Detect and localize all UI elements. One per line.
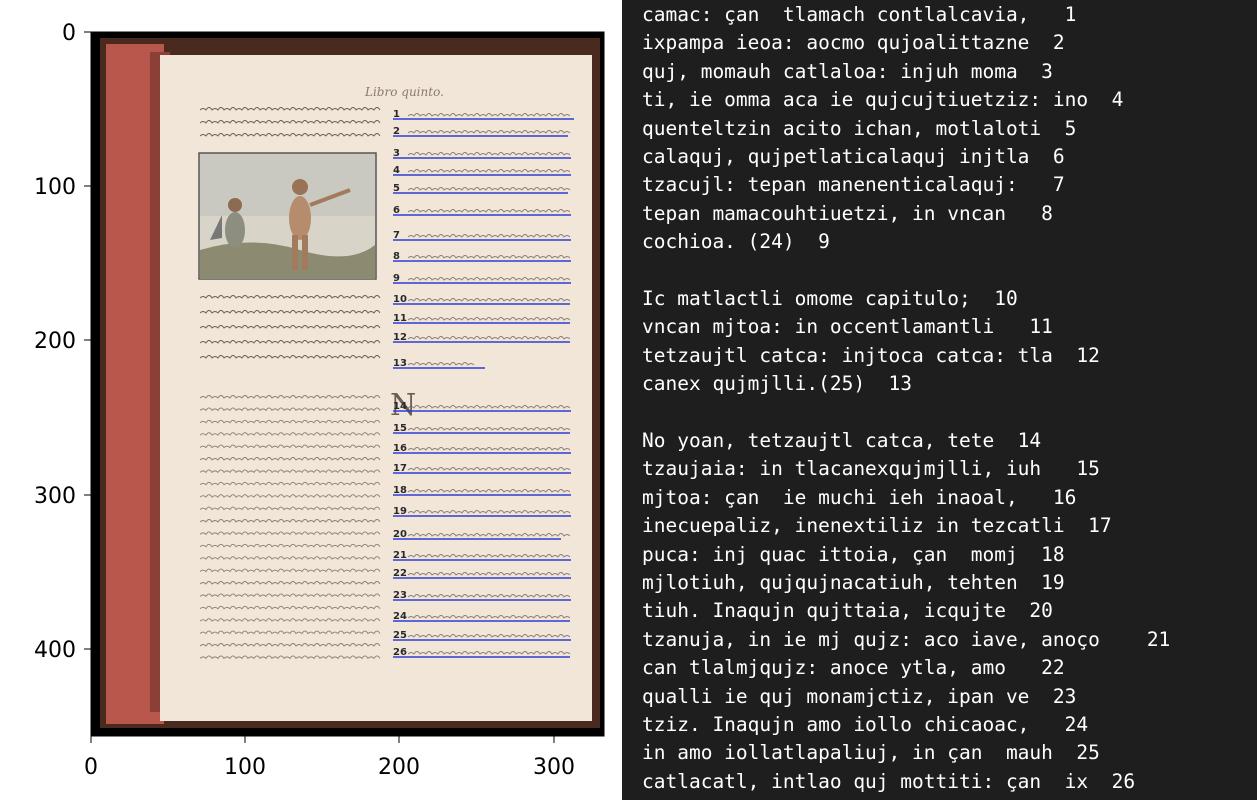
- transcription-line: inecuepaliz, inenextiliz in tezcatli 17: [642, 514, 1112, 538]
- image-plot: Libro quinto. N 1 2 3 4 5 6 7 8 9 10 11 12 13 14 15 16 1…: [0, 0, 620, 800]
- y-tick-label: 100: [34, 175, 76, 200]
- transcription-line: tetzaujtl catca: injtoca catca: tla 12: [642, 343, 1100, 367]
- transcription-line: puca: inj quac ittoia, çan momj 18: [642, 542, 1065, 566]
- annotation-line-number: 18: [393, 485, 407, 496]
- x-tick-label: 200: [378, 755, 420, 780]
- transcription-line: camac: çan tlamach contlalcavia, 1: [642, 3, 1077, 26]
- annotation-line-number: 8: [393, 251, 400, 262]
- annotation-line-number: 3: [393, 148, 400, 159]
- annotation-line-number: 12: [393, 332, 407, 343]
- transcription-line: canex qujmjlli.(25) 13: [642, 372, 913, 396]
- x-tick-label: 300: [533, 755, 575, 780]
- x-tick-label: 0: [84, 755, 98, 780]
- transcription-line: quj, momauh catlaloa: injuh moma 3: [642, 59, 1053, 83]
- annotation-line-number: 13: [393, 358, 407, 369]
- transcription-line: tepan mamacouhtiuetzi, in vncan 8: [642, 201, 1053, 225]
- annotation-line-number: 22: [393, 568, 407, 579]
- book-page-figure: Libro quinto. N 123456789101112131415161…: [34, 21, 605, 780]
- annotation-line-number: 4: [393, 165, 400, 176]
- transcription-line: quenteltzin acito ichan, motlaloti 5: [642, 116, 1077, 140]
- page-header: Libro quinto.: [364, 85, 444, 99]
- y-axis: 0 100 200 300 400: [34, 21, 91, 663]
- transcription-line: vncan mjtoa: in occentlamantli 11: [642, 315, 1053, 339]
- transcription-line: catlacatl, intlao quj mottiti: çan ix 26: [642, 769, 1136, 793]
- y-tick-label: 300: [34, 484, 76, 509]
- annotation-line-number: 25: [393, 630, 407, 641]
- transcription-line: calaquj, qujpetlaticalaquj injtla 6: [642, 145, 1065, 168]
- annotation-line-number: 2: [393, 126, 400, 137]
- annotation-line-number: 14: [393, 401, 407, 412]
- transcription-terminal: camac: çan tlamach contlalcavia, 1 ixpamp…: [622, 0, 1257, 800]
- transcription-line: Ic matlactli omome capitulo; 10: [642, 287, 1018, 310]
- annotation-line-number: 20: [393, 529, 407, 540]
- manuscript-illustration: [198, 152, 377, 280]
- annotation-line-number: 17: [393, 463, 407, 474]
- transcription-line: tzaujaia: in tlacanexqujmjlli, iuh 15: [642, 457, 1100, 481]
- transcription-line: cochioa. (24) 9: [642, 230, 830, 254]
- annotation-line-number: 19: [393, 506, 407, 517]
- x-tick-label: 100: [224, 755, 266, 780]
- transcription-line: mjtoa: çan ie muchi ieh inaoal, 16: [642, 485, 1077, 509]
- annotation-line-number: 26: [393, 647, 407, 658]
- annotation-line-number: 6: [393, 205, 400, 216]
- annotation-line-number: 5: [393, 183, 400, 194]
- transcription-line: can tlalmjqujz: anoce ytla, amo 22: [642, 656, 1065, 680]
- transcription-line: ti, ie omma aca ie qujcujtiuetziz: ino 4: [642, 88, 1124, 112]
- y-tick-label: 400: [34, 638, 76, 663]
- annotation-line-number: 11: [393, 313, 407, 324]
- transcription-line: No yoan, tetzaujtl catca, tete 14: [642, 429, 1042, 452]
- transcription-line: [642, 399, 1257, 427]
- annotation-line-number: 24: [393, 611, 407, 622]
- transcription-line: ixpampa ieoa: aocmo qujoalittazne 2: [642, 31, 1065, 55]
- annotation-line-number: 16: [393, 443, 407, 454]
- transcription-line: tzanuja, in ie mj qujz: aco iave, anoço …: [642, 627, 1171, 651]
- annotation-line-number: 23: [393, 590, 407, 601]
- transcription-line: mjlotiuh, qujqujnacatiuh, tehten 19: [642, 571, 1065, 594]
- transcription-line: qualli ie quj monamjctiz, ipan ve 23: [642, 684, 1077, 708]
- transcription-line: tiuh. Inaqujn qujttaia, icqujte 20: [642, 599, 1053, 623]
- x-axis: 0 100 200 300: [84, 736, 575, 780]
- transcription-line: tzacujl: tepan manenenticalaquj: 7: [642, 173, 1065, 197]
- annotation-line-number: 15: [393, 423, 407, 434]
- annotation-line-number: 10: [393, 294, 407, 305]
- transcription-line: tziz. Inaqujn amo iollo chicaoac, 24: [642, 713, 1089, 736]
- annotation-line-number: 21: [393, 550, 407, 561]
- annotation-line-number: 7: [393, 230, 400, 241]
- transcription-line: [642, 257, 1257, 285]
- y-tick-label: 0: [62, 21, 76, 46]
- annotation-line-number: 1: [393, 109, 400, 120]
- annotation-line-number: 9: [393, 273, 400, 284]
- y-tick-label: 200: [34, 329, 76, 354]
- transcription-line: in amo iollatlapaliuj, in çan mauh 25: [642, 741, 1100, 765]
